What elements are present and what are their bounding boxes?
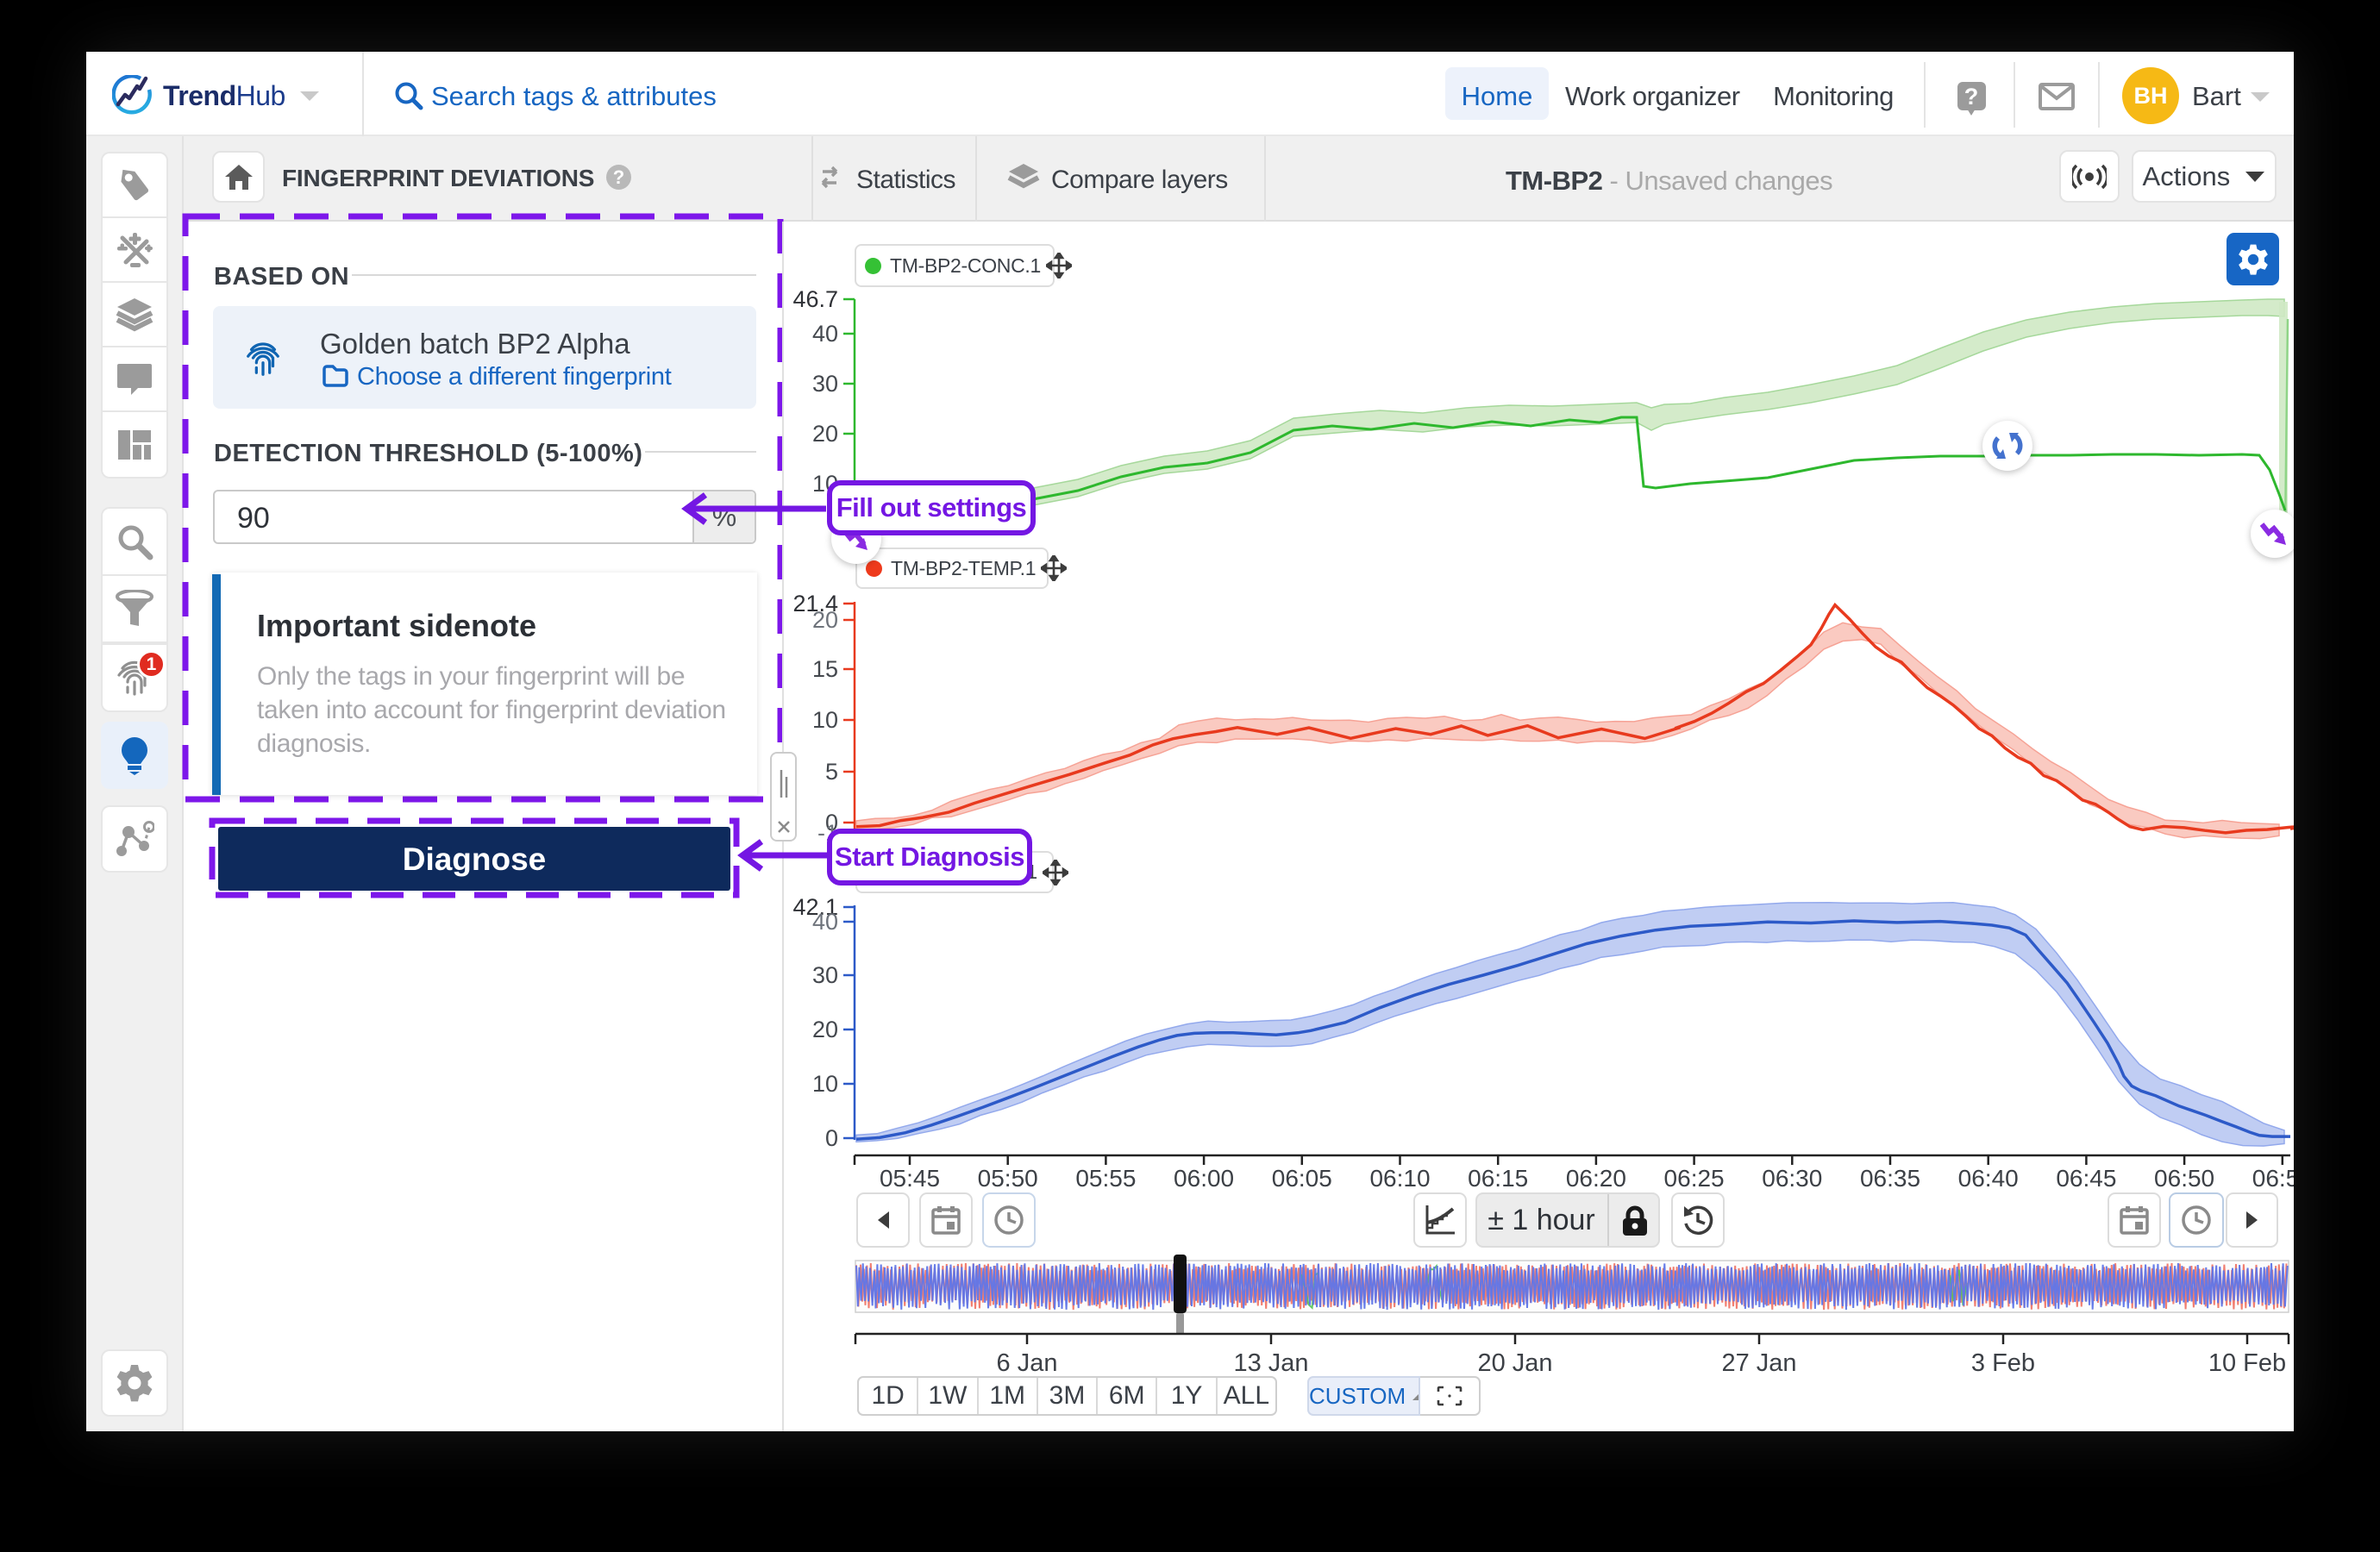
svg-text:05:50: 05:50 — [978, 1165, 1038, 1192]
svg-text:06:25: 06:25 — [1664, 1165, 1725, 1192]
svg-text:06:15: 06:15 — [1468, 1165, 1528, 1192]
svg-text:10: 10 — [812, 707, 838, 733]
svg-text:0: 0 — [825, 1125, 838, 1151]
svg-text:10 Feb: 10 Feb — [2208, 1349, 2286, 1377]
svg-text:06:50: 06:50 — [2154, 1165, 2214, 1192]
svg-text:20 Jan: 20 Jan — [1477, 1349, 1552, 1377]
svg-text:20: 20 — [812, 421, 838, 447]
svg-text:06:05: 06:05 — [1272, 1165, 1332, 1192]
svg-text:15: 15 — [812, 656, 838, 682]
svg-text:40: 40 — [812, 321, 838, 347]
svg-text:06:30: 06:30 — [1762, 1165, 1822, 1192]
svg-text:06:35: 06:35 — [1860, 1165, 1920, 1192]
svg-text:06:10: 06:10 — [1369, 1165, 1430, 1192]
svg-text:05:55: 05:55 — [1075, 1165, 1136, 1192]
svg-text:06:40: 06:40 — [1958, 1165, 2019, 1192]
svg-text:46.7: 46.7 — [792, 286, 838, 312]
svg-text:3 Feb: 3 Feb — [1971, 1349, 2035, 1377]
svg-text:06:00: 06:00 — [1174, 1165, 1234, 1192]
svg-text:27 Jan: 27 Jan — [1721, 1349, 1796, 1377]
svg-text:20: 20 — [812, 1017, 838, 1042]
svg-text:06:55: 06:55 — [2252, 1165, 2294, 1192]
svg-text:20: 20 — [812, 607, 838, 633]
svg-text:13 Jan: 13 Jan — [1233, 1349, 1308, 1377]
svg-text:40: 40 — [812, 909, 838, 935]
svg-text:30: 30 — [812, 371, 838, 397]
svg-text:6 Jan: 6 Jan — [997, 1349, 1058, 1377]
svg-text:30: 30 — [812, 962, 838, 988]
svg-text:5: 5 — [825, 759, 838, 785]
svg-text:05:45: 05:45 — [880, 1165, 940, 1192]
svg-text:10: 10 — [812, 1071, 838, 1097]
svg-text:06:45: 06:45 — [2056, 1165, 2116, 1192]
svg-text:06:20: 06:20 — [1566, 1165, 1626, 1192]
